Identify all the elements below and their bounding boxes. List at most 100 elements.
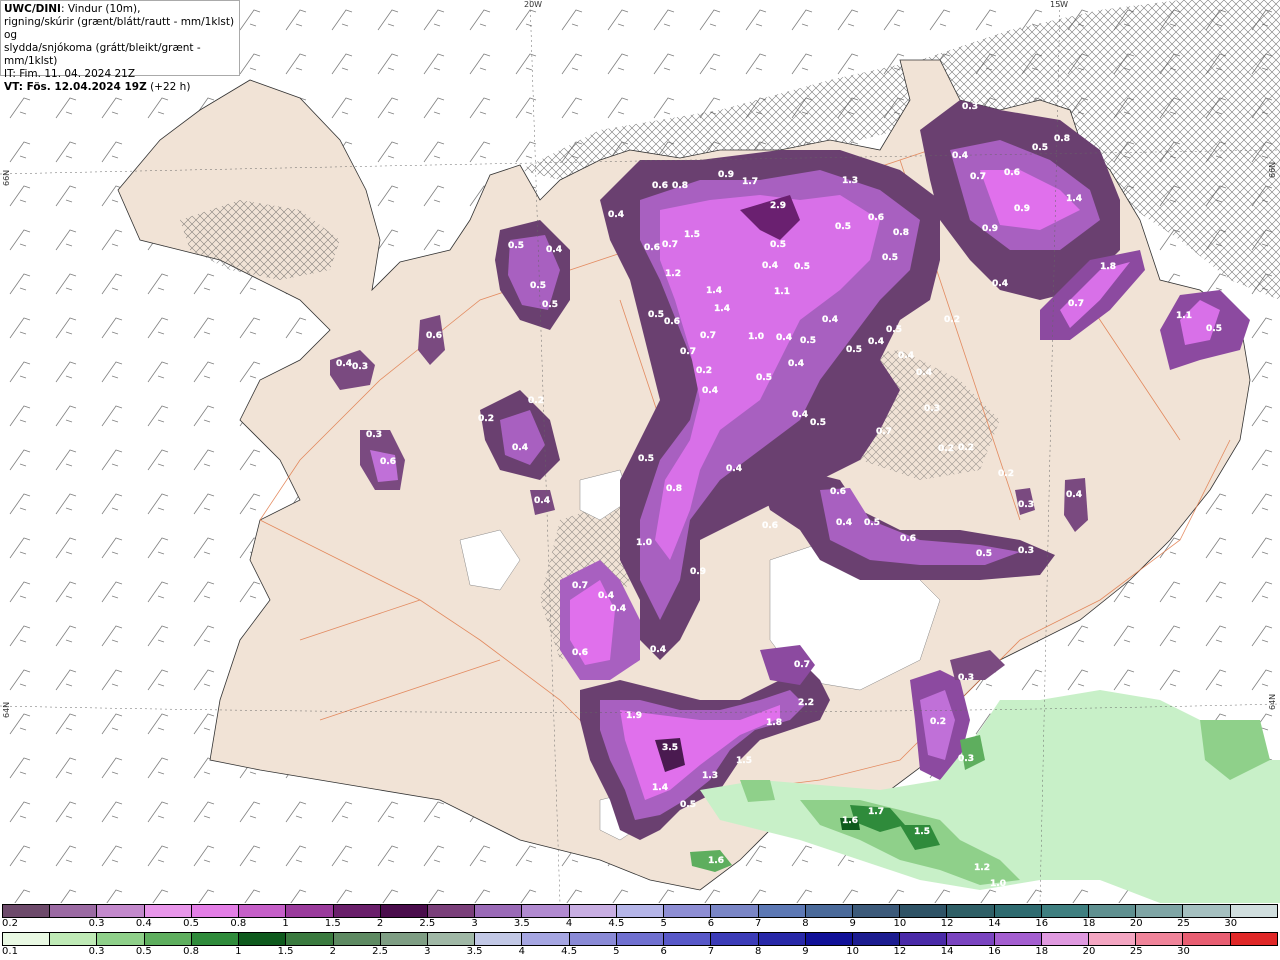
legend-rain-tick-label: 25 <box>1129 946 1143 957</box>
lon-label-20w: 20W <box>524 0 543 9</box>
snow-value-label: 0.5 <box>648 310 664 320</box>
snow-value-label: 0.5 <box>530 281 546 291</box>
snow-value-label: 0.4 <box>822 315 838 325</box>
snow-value-label: 0.2 <box>938 444 954 454</box>
legend-snow-swatch <box>1041 905 1090 917</box>
legend-snow-tick-label: 3.5 <box>513 918 530 929</box>
legend-rain-swatch <box>852 933 901 945</box>
legend-snow-swatch <box>805 905 853 917</box>
legend-snow-swatch <box>947 905 995 917</box>
legend-rain-swatch <box>3 933 51 945</box>
legend-rain-tick-label: 12 <box>893 946 907 957</box>
legend-rain-swatch <box>50 933 98 945</box>
legend-snow-swatch <box>758 905 806 917</box>
snow-value-label: 0.7 <box>662 240 678 250</box>
legend-rain-tick-label: 0.3 <box>88 946 105 957</box>
snow-value-label: 0.5 <box>835 222 851 232</box>
legend-rain-swatch <box>664 933 712 945</box>
legend-snow-tick-label: 3 <box>471 918 478 929</box>
snow-value-label: 0.6 <box>426 331 442 341</box>
snow-value-label: 0.6 <box>664 317 680 327</box>
snow-value-label: 0.7 <box>1068 299 1084 309</box>
snow-value-label: 0.5 <box>886 325 902 335</box>
snow-value-label: 1.4 <box>1066 194 1082 204</box>
snow-value-label: 0.9 <box>718 170 734 180</box>
legend-snow-swatch <box>239 905 287 917</box>
legend-snow-swatch <box>1089 905 1137 917</box>
legend-snow-tick-label: 4.5 <box>608 918 625 929</box>
snow-value-label: 1.1 <box>1176 311 1192 321</box>
legend-rain-swatch <box>333 933 381 945</box>
legend-rain-tick-label: 1 <box>235 946 242 957</box>
snow-value-label: 0.6 <box>1004 168 1020 178</box>
legend-snow-swatch <box>1136 905 1184 917</box>
legend-snow-swatch <box>1230 905 1277 917</box>
rain-value-label: 1.0 <box>990 879 1006 889</box>
legend-snow-tick-label: 20 <box>1129 918 1143 929</box>
legend-rain-tick-label: 3 <box>424 946 431 957</box>
legend-snow-swatch <box>711 905 759 917</box>
legend-rain-tick-label: 20 <box>1082 946 1096 957</box>
snow-value-label: 3.5 <box>662 743 678 753</box>
snow-value-label: 0.6 <box>644 243 660 253</box>
legend-rain-swatch <box>475 933 523 945</box>
snow-value-label: 1.0 <box>636 538 652 548</box>
snow-value-label: 0.5 <box>756 373 772 383</box>
snow-value-label: 0.3 <box>1018 546 1034 556</box>
legend-rain-tick-label: 6 <box>660 946 667 957</box>
legend-rain-swatch <box>144 933 192 945</box>
snow-value-label: 0.5 <box>794 262 810 272</box>
snow-value-label: 0.4 <box>762 261 778 271</box>
legend-rain-swatch <box>1230 933 1277 945</box>
snow-value-label: 1.4 <box>706 286 722 296</box>
lat-label-64n-right: 64N <box>1268 693 1277 710</box>
snow-value-label: 0.5 <box>882 253 898 263</box>
legend-snow-tick-label: 0.4 <box>135 918 152 929</box>
legend-rain-tick-label: 3.5 <box>466 946 483 957</box>
legend-snow-swatch <box>616 905 665 917</box>
snow-value-label: 0.7 <box>680 347 696 357</box>
legend-rain-tick-label: 8 <box>754 946 762 957</box>
snow-value-label: 0.4 <box>836 518 852 528</box>
legend-rain-swatch <box>1089 933 1137 945</box>
legend-rain-tick-label: 14 <box>940 946 954 957</box>
legend-rain-tick-label: 9 <box>802 946 809 957</box>
legend-snow-swatch <box>3 905 51 917</box>
legend-snow-swatch <box>852 905 901 917</box>
snow-value-label: 0.6 <box>900 534 916 544</box>
snow-value-label: 0.4 <box>726 464 742 474</box>
legend-rain-tick-label: 18 <box>1035 946 1049 957</box>
legend-snow-swatch <box>97 905 145 917</box>
legend-rain-swatch <box>947 933 995 945</box>
snow-value-label: 1.5 <box>736 756 752 766</box>
snow-value-label: 0.4 <box>336 359 352 369</box>
rain-value-label: 1.5 <box>914 827 930 837</box>
snow-value-label: 0.6 <box>652 181 668 191</box>
legend-snow-swatch <box>144 905 192 917</box>
snow-value-label: 0.5 <box>1032 143 1048 153</box>
legend-snow-tick-label: 0.2 <box>2 918 18 929</box>
snow-value-label: 0.5 <box>800 336 816 346</box>
snow-value-label: 0.5 <box>846 345 862 355</box>
snow-value-label: 0.4 <box>512 443 528 453</box>
snow-value-label: 0.4 <box>610 604 626 614</box>
legend-snow-tick-label: 7 <box>754 918 762 929</box>
legend-rain-swatch <box>616 933 665 945</box>
legend-rain-swatch <box>380 933 428 945</box>
valid-time: VT: Fös. 12.04.2024 19Z <box>4 81 147 93</box>
legend-snow-swatch <box>475 905 523 917</box>
snow-value-label: 0.3 <box>1018 500 1034 510</box>
legend-rain-tick-label: 1.5 <box>277 946 294 957</box>
init-time: IT: Fim. 11. 04. 2024 21Z <box>4 68 136 80</box>
snow-value-label: 0.4 <box>992 279 1008 289</box>
snow-value-label: 0.3 <box>958 754 974 764</box>
legend-rain-swatch <box>805 933 853 945</box>
legend-snow-swatch <box>994 905 1042 917</box>
snow-value-label: 0.5 <box>864 518 880 528</box>
snow-value-label: 0.5 <box>1206 324 1222 334</box>
snow-value-label: 0.2 <box>528 396 544 406</box>
snow-value-label: 0.4 <box>952 151 968 161</box>
legend-snow-tick-label: 30 <box>1224 918 1238 929</box>
legend-snow-tick-label: 12 <box>940 918 954 929</box>
snow-value-label: 0.3 <box>958 673 974 683</box>
